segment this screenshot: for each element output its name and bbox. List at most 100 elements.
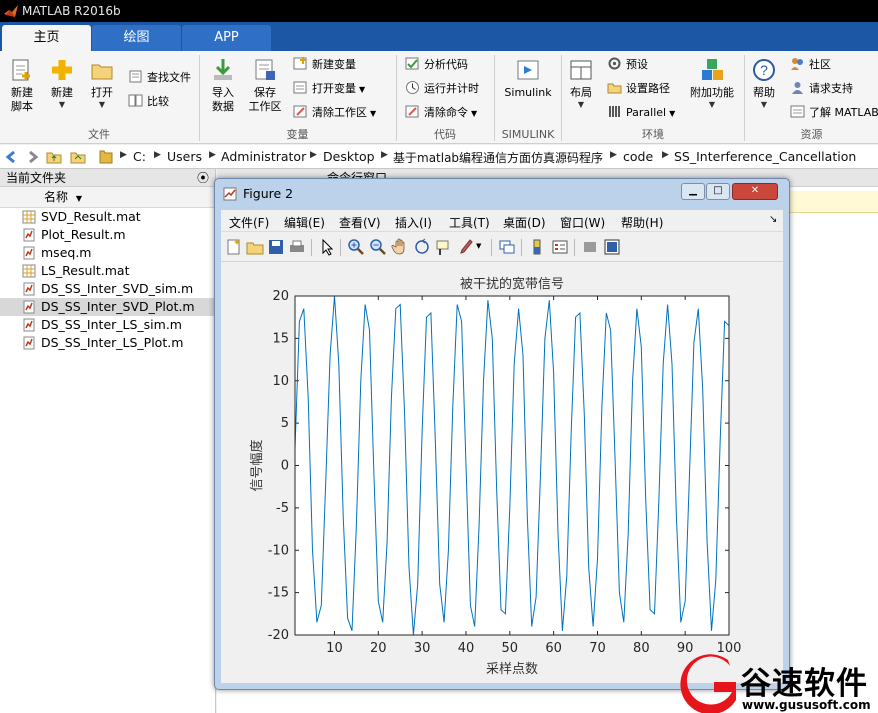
file-row[interactable]: mseq.m bbox=[0, 244, 215, 262]
chevron-down-icon: ▼ bbox=[471, 109, 478, 118]
breadcrumb-code[interactable]: code bbox=[623, 149, 653, 164]
zoom-out-icon[interactable] bbox=[369, 238, 387, 256]
chevron-right-icon: ▶ bbox=[209, 150, 216, 160]
open-button[interactable]: 打开 ▼ bbox=[84, 57, 120, 110]
print-icon[interactable] bbox=[288, 238, 306, 256]
addons-button[interactable]: 附加功能 ▼ bbox=[686, 57, 738, 110]
file-row[interactable]: LS_Result.mat bbox=[0, 262, 215, 280]
new-script-button[interactable]: 新建 脚本 bbox=[4, 57, 40, 114]
pan-hand-icon[interactable] bbox=[391, 238, 409, 256]
menu-desktop[interactable]: 桌面(D) bbox=[503, 214, 546, 231]
menu-overflow-icon[interactable]: ↘ bbox=[769, 214, 777, 225]
set-path-button[interactable]: 设置路径 bbox=[607, 80, 670, 98]
simulink-button[interactable]: Simulink bbox=[500, 57, 556, 100]
chevron-down-icon: ▼ bbox=[708, 100, 716, 109]
group-label-resources: 资源 bbox=[800, 128, 823, 141]
breadcrumb-users[interactable]: Users bbox=[167, 149, 202, 164]
y-tick-label: -15 bbox=[268, 586, 289, 601]
toolbar-divider bbox=[311, 239, 312, 256]
file-name: DS_SS_Inter_LS_sim.m bbox=[41, 317, 182, 332]
save-icon[interactable] bbox=[267, 238, 285, 256]
new-button[interactable]: 新建 ▼ bbox=[44, 57, 80, 110]
zoom-in-icon[interactable] bbox=[347, 238, 365, 256]
learn-matlab-button[interactable]: 了解 MATLAB bbox=[790, 104, 878, 122]
open-label: 打开 bbox=[91, 86, 113, 99]
menu-file[interactable]: 文件(F) bbox=[229, 214, 269, 231]
new-script-label: 新建 脚本 bbox=[11, 86, 33, 113]
link-plot-icon[interactable] bbox=[498, 238, 516, 256]
preferences-button[interactable]: 预设 bbox=[607, 56, 648, 74]
y-axis-label: 信号幅度 bbox=[249, 439, 265, 491]
data-cursor-icon[interactable] bbox=[434, 238, 452, 256]
open-file-icon[interactable] bbox=[246, 238, 264, 256]
column-header-name[interactable]: 名称 ▼ bbox=[0, 187, 215, 208]
menu-insert[interactable]: 插入(I) bbox=[395, 214, 432, 231]
brush-icon[interactable] bbox=[457, 238, 475, 256]
breadcrumb-ss-interference[interactable]: SS_Interference_Cancellation bbox=[674, 149, 856, 164]
show-tools-icon[interactable] bbox=[603, 238, 621, 256]
file-row[interactable]: DS_SS_Inter_SVD_Plot.m bbox=[0, 298, 215, 316]
watermark-url: www.gususoft.com bbox=[742, 698, 871, 712]
line-chart[interactable]: 10 20 30 40 50 60 70 80 90 100-20-15-10-505101520… bbox=[221, 262, 783, 683]
file-name: DS_SS_Inter_SVD_sim.m bbox=[41, 281, 194, 296]
forward-icon[interactable] bbox=[24, 149, 40, 165]
run-and-time-button[interactable]: 运行并计时 bbox=[405, 80, 479, 98]
current-folder-icon bbox=[98, 149, 114, 165]
breadcrumb-project-folder[interactable]: 基于matlab编程通信方面仿真源码程序 bbox=[393, 149, 603, 166]
breadcrumb-c[interactable]: C: bbox=[133, 149, 146, 164]
breadcrumb-desktop[interactable]: Desktop bbox=[323, 149, 375, 164]
community-button[interactable]: 社区 bbox=[790, 56, 831, 74]
maximize-button[interactable]: □ bbox=[706, 183, 730, 200]
open-variable-button[interactable]: 打开变量 ▼ bbox=[293, 80, 365, 98]
back-icon[interactable] bbox=[4, 149, 20, 165]
help-button[interactable]: ? 帮助 ▼ bbox=[749, 57, 779, 110]
figure-window[interactable]: Figure 2 ▁ □ ✕ 文件(F) 编辑(E) 查看(V) 插入(I) 工… bbox=[214, 178, 790, 690]
file-row[interactable]: DS_SS_Inter_SVD_sim.m bbox=[0, 280, 215, 298]
minimize-button[interactable]: ▁ bbox=[681, 183, 705, 200]
browse-folder-icon[interactable] bbox=[70, 149, 86, 165]
set-path-icon bbox=[607, 83, 622, 94]
file-list: SVD_Result.mat Plot_Result.m mseq.m LS_Resu… bbox=[0, 208, 215, 352]
chevron-down-icon[interactable]: ▼ bbox=[476, 242, 481, 250]
x-tick-label: 10 bbox=[326, 641, 343, 656]
figure-menu-bar: 文件(F) 编辑(E) 查看(V) 插入(I) 工具(T) 桌面(D) 窗口(W… bbox=[221, 210, 783, 232]
menu-help[interactable]: 帮助(H) bbox=[621, 214, 663, 231]
panel-actions-icon[interactable]: ⦿ bbox=[197, 169, 209, 187]
compare-button[interactable]: 比较 bbox=[128, 93, 169, 111]
menu-edit[interactable]: 编辑(E) bbox=[284, 214, 325, 231]
tab-apps[interactable]: APP bbox=[182, 25, 271, 51]
file-row[interactable]: DS_SS_Inter_LS_sim.m bbox=[0, 316, 215, 334]
breadcrumb-administrator[interactable]: Administrator bbox=[221, 149, 306, 164]
watermark-brand: 谷速软件 bbox=[740, 666, 868, 702]
legend-icon[interactable] bbox=[551, 238, 569, 256]
plot-area[interactable]: 10 20 30 40 50 60 70 80 90 100 -20 -15 -10 -5 0 5 10 15 20… bbox=[221, 262, 783, 683]
title-bar: MATLAB R2016b bbox=[0, 0, 878, 22]
rotate-3d-icon[interactable] bbox=[413, 238, 431, 256]
request-support-button[interactable]: 请求支持 bbox=[790, 80, 853, 98]
clear-workspace-button[interactable]: 清除工作区 ▼ bbox=[293, 104, 376, 122]
close-button[interactable]: ✕ bbox=[732, 183, 778, 200]
parallel-button[interactable]: Parallel ▼ bbox=[607, 104, 675, 122]
layout-button[interactable]: 布局 ▼ bbox=[566, 57, 596, 110]
menu-view[interactable]: 查看(V) bbox=[339, 214, 381, 231]
file-row[interactable]: Plot_Result.m bbox=[0, 226, 215, 244]
new-figure-icon[interactable] bbox=[225, 238, 243, 256]
menu-tools[interactable]: 工具(T) bbox=[449, 214, 490, 231]
hide-tools-icon[interactable] bbox=[581, 238, 599, 256]
file-row[interactable]: SVD_Result.mat bbox=[0, 208, 215, 226]
save-workspace-button[interactable]: 保存 工作区 bbox=[245, 57, 285, 114]
new-variable-button[interactable]: 新建变量 bbox=[293, 56, 356, 74]
clear-commands-button[interactable]: 清除命令 ▼ bbox=[405, 104, 477, 122]
pointer-icon[interactable] bbox=[318, 238, 336, 256]
tab-plots[interactable]: 绘图 bbox=[92, 25, 181, 51]
colorbar-icon[interactable] bbox=[528, 238, 546, 256]
import-data-button[interactable]: 导入 数据 bbox=[205, 57, 241, 114]
up-folder-icon[interactable] bbox=[46, 149, 62, 165]
tab-home[interactable]: 主页 bbox=[2, 25, 91, 51]
x-axis-label: 采样点数 bbox=[486, 662, 538, 677]
plus-icon bbox=[52, 60, 72, 80]
find-files-button[interactable]: 查找文件 bbox=[128, 69, 191, 87]
analyze-code-button[interactable]: 分析代码 bbox=[405, 56, 468, 74]
file-row[interactable]: DS_SS_Inter_LS_Plot.m bbox=[0, 334, 215, 352]
menu-window[interactable]: 窗口(W) bbox=[560, 214, 605, 231]
